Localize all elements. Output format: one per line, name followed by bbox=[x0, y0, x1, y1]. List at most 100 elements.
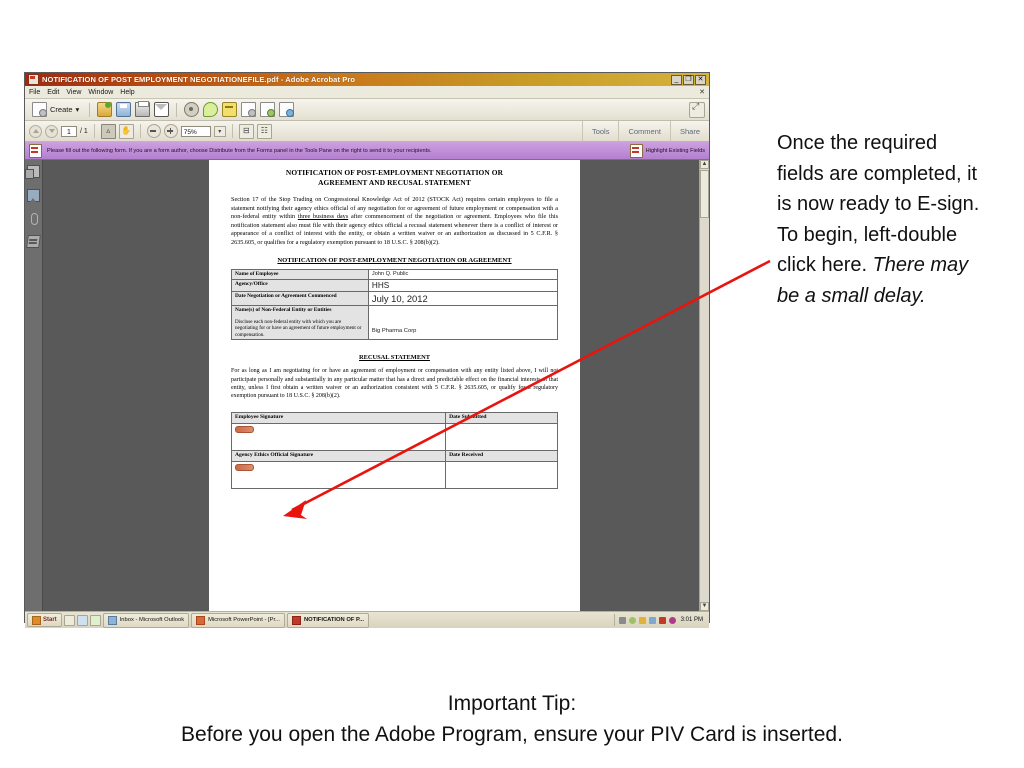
page-thumbnails-icon[interactable] bbox=[25, 165, 40, 179]
open-folder-icon[interactable] bbox=[97, 102, 113, 117]
scrollbar-thumb[interactable] bbox=[700, 170, 709, 218]
restore-button[interactable]: ❐ bbox=[683, 74, 694, 85]
taskbar-item-acrobat-label: NOTIFICATION OF P... bbox=[303, 617, 364, 623]
scroll-down-icon[interactable]: ▼ bbox=[700, 602, 709, 611]
zoom-in-icon[interactable] bbox=[163, 124, 178, 138]
doc-icon[interactable] bbox=[241, 102, 257, 117]
tray-icon-2[interactable] bbox=[628, 616, 636, 624]
stamp-icon[interactable] bbox=[222, 102, 238, 117]
agency-ethics-signature-field[interactable] bbox=[230, 461, 447, 490]
document-intro-paragraph: Section 17 of the Stop Trading on Congre… bbox=[231, 196, 558, 248]
menu-item-file[interactable]: File bbox=[29, 89, 40, 96]
table-row: Agency/Office HHS bbox=[231, 278, 559, 292]
field-label-entity-sub: Disclose each non-federal entity with wh… bbox=[235, 318, 362, 338]
page-total-label: / 1 bbox=[80, 127, 88, 135]
quicklaunch-icon-3[interactable] bbox=[89, 614, 101, 626]
acrobat-app-icon bbox=[28, 74, 39, 85]
date-received-field[interactable] bbox=[445, 461, 558, 490]
quicklaunch-icon-2[interactable] bbox=[76, 614, 88, 626]
doc-sign-icon[interactable] bbox=[279, 102, 295, 117]
zoom-level-input[interactable]: 75% bbox=[180, 125, 211, 137]
pdf-page: NOTIFICATION OF POST-EMPLOYMENT NEGOTIAT… bbox=[209, 160, 580, 611]
print-icon[interactable] bbox=[135, 101, 151, 117]
tray-icon-5[interactable] bbox=[658, 616, 666, 624]
nav-separator bbox=[93, 124, 95, 138]
field-value-name-of-employee[interactable]: John Q. Public bbox=[367, 268, 559, 280]
field-value-date-commenced[interactable]: July 10, 2012 bbox=[367, 290, 559, 306]
taskbar-clock[interactable]: 3:01 PM bbox=[681, 617, 703, 623]
bookmarks-icon[interactable] bbox=[27, 189, 40, 202]
tray-lock-icon[interactable] bbox=[638, 616, 646, 624]
page-number-input[interactable]: 1 bbox=[61, 125, 77, 137]
window-title: NOTIFICATION OF POST EMPLOYMENT NEGOTIAT… bbox=[42, 75, 356, 84]
quicklaunch-icon-1[interactable] bbox=[63, 614, 75, 626]
recusal-paragraph: For as long as I am negotiating for or h… bbox=[231, 368, 558, 399]
tray-icon-6[interactable] bbox=[668, 616, 676, 624]
tray-icon-4[interactable] bbox=[648, 616, 656, 624]
taskbar-item-outlook[interactable]: Inbox - Microsoft Outlook bbox=[102, 612, 190, 628]
close-button[interactable]: ✕ bbox=[695, 74, 706, 85]
doc-export-icon[interactable] bbox=[260, 102, 276, 117]
save-icon[interactable] bbox=[116, 102, 132, 117]
document-section-heading: NOTIFICATION OF POST-EMPLOYMENT NEGOTIAT… bbox=[277, 256, 512, 264]
field-label-name-of-employee: Name of Employee bbox=[231, 268, 369, 280]
table-row bbox=[230, 423, 558, 452]
nav-separator-2 bbox=[139, 124, 141, 138]
taskbar-item-powerpoint[interactable]: Microsoft PowerPoint - [Pr... bbox=[191, 612, 285, 628]
navigation-toolbar: 1 / 1 ▵ ✋ 75% ▾ ⊟ ☷ Tools Comment Share bbox=[25, 121, 709, 142]
zoom-dropdown-icon[interactable]: ▾ bbox=[213, 125, 226, 137]
date-submitted-field[interactable] bbox=[445, 423, 558, 452]
hand-tool-icon[interactable]: ✋ bbox=[118, 123, 134, 139]
table-row bbox=[230, 461, 558, 490]
attachments-icon[interactable] bbox=[28, 213, 39, 225]
select-tool-icon[interactable]: ▵ bbox=[100, 123, 116, 139]
secure-icon[interactable] bbox=[184, 102, 200, 117]
recusal-heading: RECUSAL STATEMENT bbox=[359, 354, 430, 362]
document-heading-line1: NOTIFICATION OF POST-EMPLOYMENT NEGOTIAT… bbox=[285, 168, 504, 177]
comment-pane-button[interactable]: Comment bbox=[618, 121, 670, 141]
adobe-acrobat-window: NOTIFICATION OF POST EMPLOYMENT NEGOTIAT… bbox=[24, 72, 710, 628]
table-row: Date Negotiation or Agreement Commenced … bbox=[231, 290, 559, 306]
menu-item-window[interactable]: Window bbox=[88, 89, 113, 96]
previous-page-icon[interactable] bbox=[29, 124, 42, 138]
tray-icon-1[interactable] bbox=[618, 616, 626, 624]
menu-item-view[interactable]: View bbox=[66, 89, 81, 96]
document-close-icon[interactable]: ✕ bbox=[699, 88, 705, 96]
acrobat-icon bbox=[291, 615, 301, 625]
menu-item-help[interactable]: Help bbox=[120, 89, 134, 96]
navigation-pane bbox=[25, 160, 43, 611]
document-viewport: NOTIFICATION OF POST-EMPLOYMENT NEGOTIAT… bbox=[25, 160, 709, 611]
menu-item-edit[interactable]: Edit bbox=[47, 89, 59, 96]
field-value-non-federal-entity[interactable]: Big Pharma Corp bbox=[367, 304, 559, 341]
start-button[interactable]: Start bbox=[27, 613, 62, 627]
field-value-agency-office[interactable]: HHS bbox=[367, 278, 559, 292]
caption-line1: Important Tip: bbox=[447, 692, 577, 715]
signature-field-marker[interactable] bbox=[235, 464, 254, 472]
field-label-non-federal-entity: Name(s) of Non-Federal Entity or Entitie… bbox=[231, 304, 369, 341]
instruction-callout: Once the required fields are completed, … bbox=[777, 128, 985, 311]
table-row: Name of Employee John Q. Public bbox=[231, 268, 559, 280]
scroll-up-icon[interactable]: ▲ bbox=[700, 160, 709, 169]
taskbar-item-acrobat[interactable]: NOTIFICATION OF P... bbox=[286, 612, 369, 628]
signature-field-marker[interactable] bbox=[235, 426, 254, 434]
expand-toolbar-button[interactable] bbox=[689, 101, 705, 118]
form-notice-icon bbox=[29, 143, 42, 158]
next-page-icon[interactable] bbox=[45, 124, 58, 138]
field-label-date-commenced: Date Negotiation or Agreement Commenced bbox=[231, 290, 369, 306]
table-row: Employee Signature Date Submitted bbox=[230, 412, 558, 425]
windows-taskbar: Start Inbox - Microsoft Outlook Microsof… bbox=[25, 611, 709, 628]
vertical-scrollbar[interactable]: ▲ ▼ bbox=[699, 160, 709, 611]
fit-width-icon[interactable]: ⊟ bbox=[238, 123, 254, 139]
create-button[interactable]: Create ▾ bbox=[29, 101, 82, 118]
employee-signature-field[interactable] bbox=[230, 423, 447, 452]
email-icon[interactable] bbox=[154, 102, 170, 117]
minimize-button[interactable]: _ bbox=[671, 74, 682, 85]
highlight-fields-button[interactable]: Highlight Existing Fields bbox=[629, 143, 709, 158]
create-icon bbox=[32, 102, 47, 117]
fit-page-icon[interactable]: ☷ bbox=[256, 123, 272, 139]
comment-icon[interactable] bbox=[203, 102, 219, 117]
signatures-icon[interactable] bbox=[26, 235, 41, 248]
share-pane-button[interactable]: Share bbox=[669, 121, 709, 141]
tools-pane-button[interactable]: Tools bbox=[581, 121, 619, 141]
zoom-out-icon[interactable] bbox=[146, 124, 161, 138]
